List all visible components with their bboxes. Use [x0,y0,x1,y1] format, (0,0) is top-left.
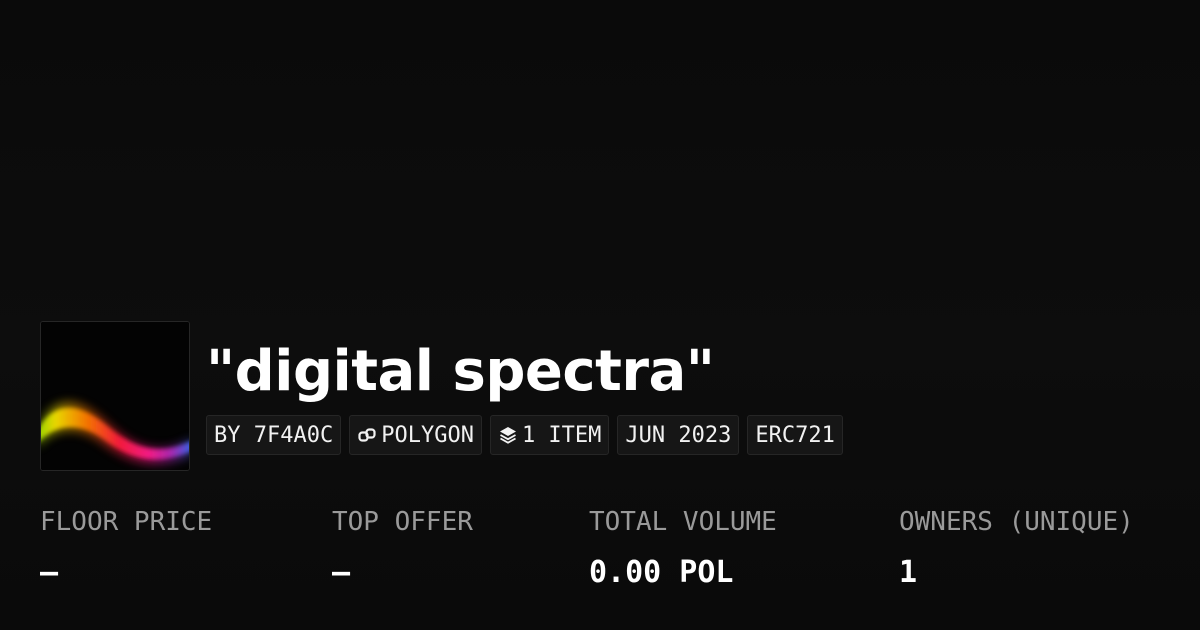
stat-label: TOP OFFER [332,507,473,537]
stat-value: — [332,555,351,590]
stat-owners: OWNERS (UNIQUE) 1 [899,506,1134,590]
stat-label: TOTAL VOLUME [589,507,777,537]
stat-total-volume: TOTAL VOLUME 0.00 POL [589,506,777,590]
stat-value: 0.00 POL [589,555,734,590]
og-card: "digital spectra" BY 7F4A0C POLYGON 1 IT… [0,0,1200,630]
stat-value: 1 [899,555,918,590]
stat-value: — [40,555,59,590]
stat-floor-price: FLOOR PRICE — [40,506,212,590]
stat-label: FLOOR PRICE [40,507,213,537]
collection-stats: FLOOR PRICE — TOP OFFER — TOTAL VOLUME 0… [0,0,1200,630]
stat-label: OWNERS (UNIQUE) [899,507,1134,537]
stat-top-offer: TOP OFFER — [332,506,473,590]
